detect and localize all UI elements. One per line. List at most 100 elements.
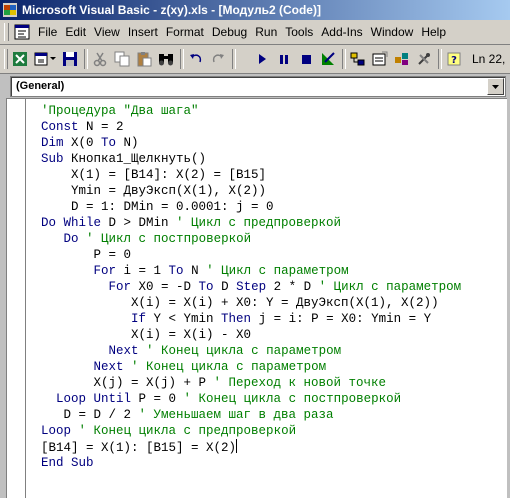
code-keyword: Do While [41,216,102,230]
code-line[interactable]: P = 0 [41,247,461,263]
code-text-segment: D = 1: DMin = 0.0001: j = 0 [41,200,274,214]
menu-view[interactable]: View [90,20,124,44]
menu-run[interactable]: Run [251,20,281,44]
break-button[interactable] [274,49,294,69]
code-text-segment: 2 * D [266,280,319,294]
copy-icon [114,51,130,67]
paste-button[interactable] [134,49,154,69]
code-window-icon[interactable] [14,24,30,40]
code-line[interactable]: Do While D > DMin ' Цикл с предпроверкой [41,215,461,231]
code-text-segment [124,360,132,374]
code-text-segment: X(i) = X(i) + X0: Y = ДвуЭксп(X(1), X(2)… [41,296,439,310]
view-excel-button[interactable] [10,49,30,69]
code-keyword: Then [221,312,252,326]
insert-module-dropdown[interactable] [48,49,58,69]
code-line[interactable]: D = D / 2 ' Уменьшаем шаг в два раза [41,407,461,423]
code-line[interactable]: Dim X(0 To N) [41,135,461,151]
menu-tools[interactable]: Tools [281,20,317,44]
project-explorer-icon [350,52,365,66]
menubar-grip[interactable] [4,23,9,41]
run-button[interactable] [252,49,272,69]
code-line[interactable]: Do ' Цикл с постпроверкой [41,231,461,247]
code-line[interactable]: End Sub [41,455,461,471]
code-line[interactable]: X(i) = X(i) + X0: Y = ДвуЭксп(X(1), X(2)… [41,295,461,311]
code-keyword: Step [236,280,267,294]
code-keyword: Loop Until [56,392,132,406]
undo-icon [190,54,202,63]
redo-icon [212,54,224,63]
menu-edit[interactable]: Edit [61,20,90,44]
paste-icon [137,52,152,67]
toolbox-button[interactable] [414,49,434,69]
menu-items: File Edit View Insert Format Debug Run Tools Add… [34,20,450,44]
menu-debug[interactable]: Debug [208,20,251,44]
code-text-segment: Y < Ymin [146,312,222,326]
menu-insert[interactable]: Insert [124,20,162,44]
design-mode-button[interactable] [318,49,338,69]
title-bar[interactable]: Microsoft Visual Basic - z(xy).xls - [Мо… [0,0,510,20]
menu-format[interactable]: Format [162,20,208,44]
code-text-segment: N = 2 [78,120,124,134]
undo-button[interactable] [186,49,206,69]
toolbar-grip[interactable] [4,49,8,69]
code-line[interactable]: X(j) = X(j) + P ' Переход к новой точке [41,375,461,391]
code-keyword: End Sub [41,456,94,470]
code-editor[interactable]: 'Процедура "Два шага" Const N = 2 Dim X(0 … [6,98,507,498]
copy-button[interactable] [112,49,132,69]
code-line[interactable]: Sub Кнопка1_Щелкнуть() [41,151,461,167]
object-combo-value: (General) [16,80,65,92]
code-line[interactable]: For i = 1 To N ' Цикл с параметром [41,263,461,279]
code-text-segment: P = 0 [41,248,132,262]
menu-add-ins[interactable]: Add-Ins [317,20,366,44]
code-line[interactable]: X(i) = X(i) - X0 [41,327,461,343]
code-comment: ' Цикл с постпроверкой [86,232,252,246]
code-text-segment [41,280,109,294]
code-text-segment: D > DMin [101,216,177,230]
code-line[interactable]: [B14] = X(1): [B15] = X(2) [41,439,461,455]
code-text-segment [71,424,79,438]
object-combo-dropdown-button[interactable] [487,78,504,95]
code-line[interactable]: Next ' Конец цикла с параметром [41,343,461,359]
redo-button[interactable] [208,49,228,69]
save-icon [63,52,77,66]
code-text-segment [41,392,56,406]
code-line[interactable]: 'Процедура "Два шага" [41,103,461,119]
menu-file[interactable]: File [34,20,61,44]
code-text-segment: X0 = -D [131,280,199,294]
code-line[interactable]: Const N = 2 [41,119,461,135]
breakpoint-margin[interactable] [7,99,26,498]
code-text-segment: N) [116,136,139,150]
cut-button[interactable] [90,49,110,69]
code-keyword: To [101,136,117,150]
find-button[interactable] [156,49,176,69]
text-caret [236,439,238,453]
object-browser-button[interactable] [392,49,412,69]
menu-window[interactable]: Window [367,20,418,44]
view-excel-icon [13,52,27,66]
toolbar-separator [180,49,184,69]
code-line[interactable]: Loop ' Конец цикла с предпроверкой [41,423,461,439]
code-line[interactable]: If Y < Ymin Then j = i: P = X0: Ymin = Y [41,311,461,327]
code-text-segment: D [213,280,237,294]
properties-button[interactable] [370,49,390,69]
code-text[interactable]: 'Процедура "Два шага" Const N = 2 Dim X(0 … [41,103,461,471]
project-explorer-button[interactable] [348,49,368,69]
reset-button[interactable] [296,49,316,69]
save-button[interactable] [60,49,80,69]
menu-help[interactable]: Help [417,20,450,44]
code-line[interactable]: X(1) = [B14]: X(2) = [B15] [41,167,461,183]
code-keyword: Sub [41,152,64,166]
code-text-segment [139,344,147,358]
code-line[interactable]: Ymin = ДвуЭксп(X(1), X(2)) [41,183,461,199]
toolbar-separator [84,49,88,69]
reset-icon [302,55,311,64]
help-icon: ? [447,52,461,66]
code-line[interactable]: For X0 = -D To D Step 2 * D ' Цикл с пар… [41,279,462,295]
code-line[interactable]: Loop Until P = 0 ' Конец цикла с постпро… [41,391,461,407]
help-button[interactable]: ? [444,49,464,69]
code-line[interactable]: D = 1: DMin = 0.0001: j = 0 [41,199,461,215]
object-combo[interactable]: (General) [10,76,506,97]
code-line[interactable]: Next ' Конец цикла с параметром [41,359,461,375]
code-comment: ' Конец цикла с предпроверкой [78,424,297,438]
code-keyword: Const [41,120,79,134]
